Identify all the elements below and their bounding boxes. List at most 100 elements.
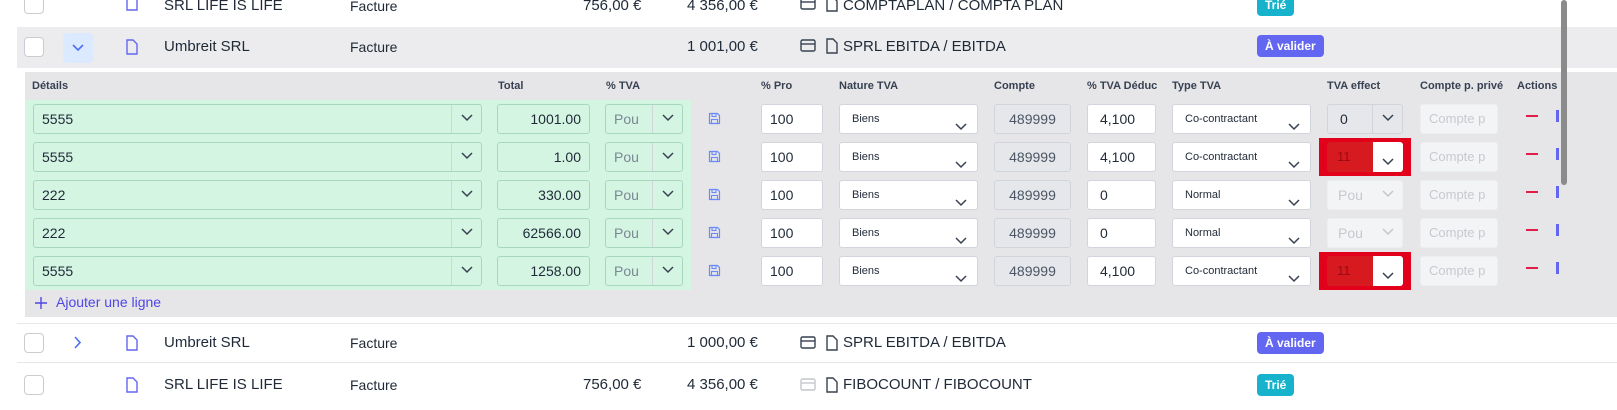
invoice-row[interactable]: Umbreit SRL Facture 1 000,00 € SPRL EBIT… <box>17 324 1617 362</box>
tva-effect-select: Pou <box>1327 180 1403 210</box>
invoice-row[interactable]: SRL LIFE IS LIFE Facture 756,00 € 4 356,… <box>17 0 1617 24</box>
amount-ht: 756,00 € <box>583 0 642 14</box>
type-tva-value: Co-contractant <box>1185 151 1258 163</box>
minus-icon[interactable] <box>1526 229 1538 231</box>
detail-select[interactable]: 222 <box>33 218 482 248</box>
total-input[interactable]: 1001.00 <box>497 104 590 134</box>
total-input[interactable]: 1.00 <box>497 142 590 172</box>
compte-prive-input: Compte p <box>1420 104 1498 134</box>
invoice-row-expanded[interactable]: Umbreit SRL Facture 1 001,00 € SPRL EBIT… <box>17 27 1617 68</box>
nature-value: Biens <box>852 265 880 277</box>
minus-icon[interactable] <box>1526 153 1538 155</box>
detail-select[interactable]: 5555 <box>33 256 482 286</box>
chevron-down-icon[interactable] <box>1373 256 1403 286</box>
save-icon[interactable] <box>708 226 721 239</box>
type-tva-select[interactable]: Co-contractant <box>1172 142 1311 172</box>
compte-prive-input: Compte p <box>1420 256 1498 286</box>
document-icon <box>826 335 838 351</box>
type-tva-select[interactable]: Co-contractant <box>1172 256 1311 286</box>
tva-deduc-input[interactable]: 4,100 <box>1087 142 1156 172</box>
tva-select[interactable]: Pou <box>605 180 683 210</box>
chevron-right-icon[interactable] <box>74 336 82 349</box>
nature-value: Biens <box>852 227 880 239</box>
chevron-down-icon <box>955 266 967 285</box>
pro-input[interactable]: 100 <box>761 256 823 286</box>
row-checkbox[interactable] <box>24 333 44 353</box>
save-icon[interactable] <box>708 188 721 201</box>
nature-tva-select[interactable]: Biens <box>839 104 978 134</box>
credit-card-icon <box>800 0 816 10</box>
nature-tva-select[interactable]: Biens <box>839 142 978 172</box>
pro-input[interactable]: 100 <box>761 104 823 134</box>
pro-value: 100 <box>770 187 794 203</box>
save-icon[interactable] <box>708 150 721 163</box>
minus-icon[interactable] <box>1526 267 1538 269</box>
tva-deduc-input[interactable]: 0 <box>1087 180 1156 210</box>
tva-effect-select[interactable]: 0 <box>1327 104 1403 134</box>
tva-deduc-input[interactable]: 0 <box>1087 218 1156 248</box>
collapse-button[interactable] <box>63 33 93 63</box>
minus-icon[interactable] <box>1526 191 1538 193</box>
nature-tva-select[interactable]: Biens <box>839 218 978 248</box>
credit-card-icon <box>800 39 816 52</box>
total-input[interactable]: 62566.00 <box>497 218 590 248</box>
plus-icon <box>35 297 47 309</box>
tva-select[interactable]: Pou <box>605 218 683 248</box>
account-label: SPRL EBITDA / EBITDA <box>843 334 1006 351</box>
nature-value: Biens <box>852 113 880 125</box>
type-tva-select[interactable]: Normal <box>1172 218 1311 248</box>
tva-select[interactable]: Pou <box>605 104 683 134</box>
detail-select[interactable]: 5555 <box>33 142 482 172</box>
pro-value: 100 <box>770 263 794 279</box>
compte-prive-input: Compte p <box>1420 180 1498 210</box>
tva-deduc-input[interactable]: 4,100 <box>1087 104 1156 134</box>
amount-total: 1 000,00 € <box>687 334 758 351</box>
row-checkbox[interactable] <box>24 375 44 395</box>
tva-select[interactable]: Pou <box>605 142 683 172</box>
invoice-row[interactable]: SRL LIFE IS LIFE Facture 756,00 € 4 356,… <box>17 366 1617 404</box>
row-checkbox[interactable] <box>24 37 44 57</box>
supplier-name: SRL LIFE IS LIFE <box>164 0 283 14</box>
total-input[interactable]: 330.00 <box>497 180 590 210</box>
chevron-down-icon <box>652 143 682 171</box>
save-icon[interactable] <box>708 112 721 125</box>
status-badge: Trié <box>1257 374 1295 396</box>
status-badge: À valider <box>1257 332 1324 354</box>
chevron-down-icon <box>955 114 967 133</box>
type-tva-select[interactable]: Co-contractant <box>1172 104 1311 134</box>
tva-select[interactable]: Pou <box>605 256 683 286</box>
nature-tva-select[interactable]: Biens <box>839 256 978 286</box>
doc-type: Facture <box>350 39 398 55</box>
detail-select[interactable]: 222 <box>33 180 482 210</box>
minus-icon[interactable] <box>1526 115 1538 117</box>
pro-input[interactable]: 100 <box>761 142 823 172</box>
tva-effect-value: 11 <box>1337 263 1351 278</box>
detail-value: 222 <box>42 225 66 241</box>
detail-value: 5555 <box>42 263 74 279</box>
compte-prive-input: Compte p <box>1420 218 1498 248</box>
scrollbar[interactable] <box>1561 0 1567 185</box>
type-tva-value: Co-contractant <box>1185 113 1258 125</box>
total-value: 330.00 <box>538 187 581 203</box>
amount-ht: 756,00 € <box>583 376 642 393</box>
action-edge <box>1556 224 1559 236</box>
total-input[interactable]: 1258.00 <box>497 256 590 286</box>
pro-input[interactable]: 100 <box>761 180 823 210</box>
nature-tva-select[interactable]: Biens <box>839 180 978 210</box>
compte-field: 489999 <box>994 256 1071 286</box>
type-tva-value: Normal <box>1185 227 1221 239</box>
compte-prive-placeholder: Compte p <box>1429 149 1486 164</box>
tva-deduc-input[interactable]: 4,100 <box>1087 256 1156 286</box>
chevron-down-icon <box>1288 190 1300 209</box>
chevron-down-icon <box>1288 152 1300 171</box>
type-tva-select[interactable]: Normal <box>1172 180 1311 210</box>
chevron-down-icon <box>1372 105 1402 133</box>
chevron-down-icon[interactable] <box>1373 142 1403 172</box>
save-icon[interactable] <box>708 264 721 277</box>
doc-type: Facture <box>350 377 398 393</box>
row-checkbox[interactable] <box>24 0 44 14</box>
col-header-tva-effect: TVA effect <box>1327 80 1381 92</box>
compte-field: 489999 <box>994 142 1071 172</box>
pro-input[interactable]: 100 <box>761 218 823 248</box>
detail-select[interactable]: 5555 <box>33 104 482 134</box>
